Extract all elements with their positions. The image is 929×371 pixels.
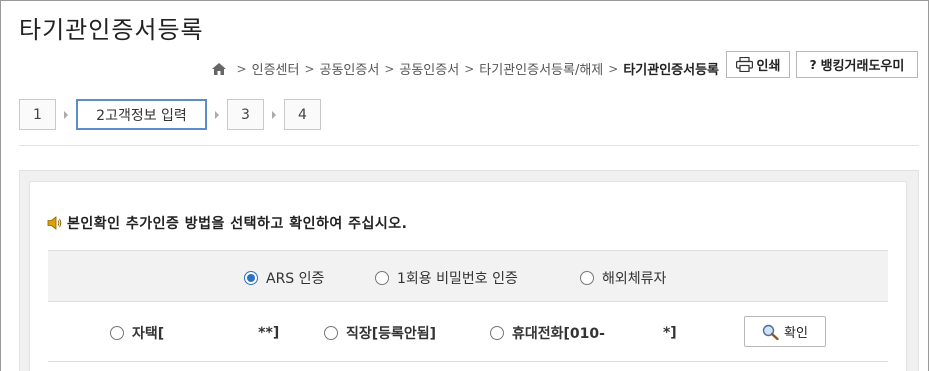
step-2-active: 2고객정보 입력 (76, 99, 207, 130)
breadcrumb: > 인증센터 > 공동인증서 > 공동인증서 > 타기관인증서등록/해제 > 타… (211, 59, 719, 78)
phone-mobile-label-start: 휴대전화[010- (512, 326, 605, 342)
notice-text: 본인확인 추가인증 방법을 선택하고 확인하여 주십시오. (67, 216, 408, 232)
page-title: 타기관인증서등록 (19, 16, 204, 44)
phone-option-mobile[interactable]: 휴대전화[010- *] (490, 323, 677, 343)
step-arrow-icon (56, 110, 76, 119)
phone-option-work[interactable]: 직장[등록안됨] (324, 323, 436, 343)
radio-overseas[interactable] (580, 271, 594, 285)
auth-method-otp[interactable]: 1회용 비밀번호 인증 (375, 268, 518, 288)
confirm-button[interactable]: 확인 (744, 316, 826, 347)
auth-method-label: 해외체류자 (602, 271, 667, 287)
print-button[interactable]: 인쇄 (726, 51, 790, 78)
radio-otp[interactable] (375, 271, 389, 285)
breadcrumb-separator: > (384, 61, 395, 76)
breadcrumb-item[interactable]: 공동인증서 (399, 59, 459, 78)
banking-help-button[interactable]: ? 뱅킹거래도우미 (796, 51, 918, 78)
breadcrumb-separator: > (464, 61, 475, 76)
question-icon: ? (809, 57, 817, 72)
radio-work[interactable] (324, 326, 338, 340)
phone-mobile-label-end: *] (662, 325, 677, 341)
step-arrow-icon (264, 110, 284, 119)
step-indicator: 1 2고객정보 입력 3 4 (19, 99, 321, 130)
phone-home-label-start: 자택[ (132, 326, 165, 342)
step-1: 1 (19, 99, 56, 130)
auth-method-label: ARS 인증 (266, 271, 325, 287)
printer-icon (735, 57, 753, 72)
section-divider (19, 145, 919, 146)
breadcrumb-separator: > (608, 61, 619, 76)
breadcrumb-separator: > (304, 61, 315, 76)
phone-option-home[interactable]: 자택[ **] (110, 323, 279, 343)
radio-ars[interactable] (244, 271, 258, 285)
breadcrumb-item[interactable]: 공동인증서 (320, 59, 380, 78)
breadcrumb-item[interactable]: 타기관인증서등록/해제 (479, 59, 603, 78)
radio-home[interactable] (110, 326, 124, 340)
notice-message: 본인확인 추가인증 방법을 선택하고 확인하여 주십시오. (47, 213, 407, 233)
breadcrumb-current: 타기관인증서등록 (623, 63, 719, 78)
confirm-label: 확인 (784, 326, 808, 341)
step-3: 3 (227, 99, 264, 130)
auth-method-overseas[interactable]: 해외체류자 (580, 268, 666, 288)
radio-mobile[interactable] (490, 326, 504, 340)
print-label: 인쇄 (756, 59, 781, 74)
breadcrumb-separator: > (236, 61, 247, 76)
step-4: 4 (284, 99, 321, 130)
auth-method-ars[interactable]: ARS 인증 (244, 268, 324, 288)
step-arrow-icon (207, 110, 227, 119)
home-icon[interactable] (211, 62, 226, 75)
magnifier-icon (762, 324, 779, 340)
speaker-icon (47, 216, 62, 230)
breadcrumb-item[interactable]: 인증센터 (252, 59, 300, 78)
phone-work-label: 직장[등록안됨] (346, 326, 437, 342)
auth-method-label: 1회용 비밀번호 인증 (397, 271, 518, 287)
auth-method-row: ARS 인증 1회용 비밀번호 인증 해외체류자 (48, 250, 888, 302)
banking-help-label: 뱅킹거래도우미 (820, 59, 905, 74)
phone-home-label-end: **] (258, 325, 280, 341)
